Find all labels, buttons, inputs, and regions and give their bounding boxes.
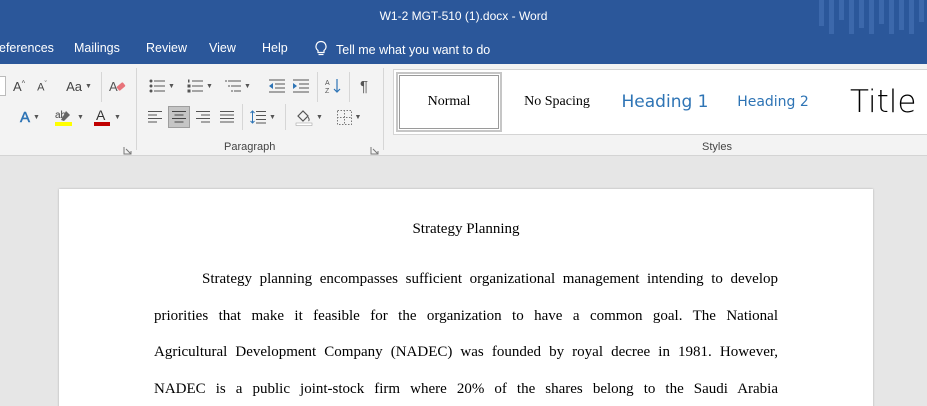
highlighter-icon: ab (54, 107, 74, 127)
paint-bucket-icon (295, 108, 313, 126)
font-dialog-launcher[interactable] (123, 142, 132, 155)
increase-indent-icon (293, 79, 309, 93)
font-color-button[interactable]: A ▼ (90, 106, 124, 128)
multilevel-list-icon (225, 79, 242, 93)
font-color-icon: A (93, 107, 111, 127)
bullets-button[interactable]: ▼ (146, 76, 178, 96)
tell-me-label: Tell me what you want to do (336, 43, 491, 57)
divider (349, 72, 350, 102)
tab-help[interactable]: Help (262, 41, 288, 55)
chevron-down-icon: ▼ (354, 113, 362, 121)
group-divider (383, 68, 384, 150)
change-case-button[interactable]: Aa ▼ (62, 76, 96, 96)
lightbulb-icon (314, 40, 328, 60)
paragraph-dialog-launcher[interactable] (370, 142, 379, 155)
style-heading-1[interactable]: Heading 1 (612, 72, 718, 132)
eraser-icon: A (109, 78, 126, 95)
style-normal[interactable]: Normal (396, 72, 502, 132)
grow-font-icon: A^ (13, 78, 25, 94)
chevron-down-icon: ▼ (316, 113, 323, 121)
document-line[interactable]: Strategy planning encompasses sufficient… (154, 271, 778, 288)
bullet-list-icon (149, 79, 166, 93)
group-divider (136, 68, 137, 150)
chevron-down-icon: ▼ (168, 82, 175, 90)
align-center-button[interactable] (168, 106, 190, 128)
align-center-icon (172, 111, 186, 123)
numbering-button[interactable]: ▼ (184, 76, 216, 96)
style-no-spacing[interactable]: No Spacing (504, 72, 610, 132)
chevron-down-icon: ▼ (77, 113, 84, 121)
divider (101, 72, 102, 102)
tell-me-search[interactable]: Tell me what you want to do (314, 40, 490, 60)
style-title-label: Title (850, 84, 917, 120)
svg-text:A: A (96, 107, 106, 123)
chevron-down-icon: ▼ (84, 82, 92, 90)
pilcrow-icon: ¶ (359, 77, 369, 95)
style-heading-2-label: Heading 2 (737, 94, 809, 110)
document-page[interactable]: Strategy Planning Strategy planning enco… (59, 189, 873, 406)
divider (285, 104, 286, 130)
document-title[interactable]: Strategy Planning (59, 221, 873, 238)
increase-indent-button[interactable] (290, 76, 312, 96)
chevron-down-icon: ▼ (114, 113, 121, 121)
title-bar: W1-2 MGT-510 (1).docx - Word (0, 0, 927, 38)
window-title: W1-2 MGT-510 (1).docx - Word (379, 9, 548, 23)
style-heading-1-label: Heading 1 (621, 92, 709, 112)
tab-mailings[interactable]: Mailings (74, 41, 120, 55)
font-size-box-edge[interactable] (0, 76, 6, 96)
borders-icon (336, 109, 352, 125)
multilevel-list-button[interactable]: ▼ (222, 76, 254, 96)
document-canvas[interactable]: Strategy Planning Strategy planning enco… (0, 157, 927, 406)
align-left-icon (148, 111, 162, 123)
tab-view[interactable]: View (209, 41, 236, 55)
tab-review[interactable]: Review (146, 41, 187, 55)
styles-gallery: Normal No Spacing Heading 1 Heading 2 Ti… (393, 69, 927, 135)
chevron-down-icon: ▼ (206, 82, 213, 90)
line-spacing-icon (250, 110, 267, 124)
align-right-button[interactable] (194, 106, 212, 128)
chevron-down-icon: ▼ (244, 82, 251, 90)
borders-button[interactable]: ▼ (332, 106, 366, 128)
justify-button[interactable] (218, 106, 236, 128)
justify-icon (220, 111, 234, 123)
chevron-down-icon: ▼ (33, 113, 40, 121)
ribbon-tabs: eferences Mailings Review View Help Tell… (0, 34, 927, 64)
svg-text:Z: Z (325, 88, 330, 94)
style-heading-2[interactable]: Heading 2 (720, 72, 826, 132)
ribbon: A^ Aˇ Aa ▼ A A ▼ ab ▼ A ▼ ▼ ▼ ▼ A Z ¶ ▼ … (0, 64, 927, 156)
decrease-indent-button[interactable] (266, 76, 288, 96)
text-effects-button[interactable]: A ▼ (14, 106, 46, 128)
decrease-indent-icon (269, 79, 285, 93)
style-title[interactable]: Title (828, 72, 927, 132)
style-no-spacing-label: No Spacing (524, 94, 590, 109)
numbered-list-icon (187, 79, 204, 93)
style-normal-label: Normal (427, 94, 471, 109)
clear-formatting-button[interactable]: A (107, 76, 127, 96)
paragraph-group-label: Paragraph (224, 141, 276, 153)
divider (317, 72, 318, 102)
highlight-color-button[interactable]: ab ▼ (52, 106, 86, 128)
divider (242, 104, 243, 130)
line-spacing-button[interactable]: ▼ (247, 106, 279, 128)
text-effects-icon: A (20, 108, 31, 126)
svg-text:A: A (325, 80, 330, 87)
chevron-down-icon: ▼ (269, 113, 276, 121)
shrink-font-button[interactable]: Aˇ (34, 77, 50, 97)
svg-text:A: A (109, 79, 118, 94)
change-case-label: Aa (66, 78, 82, 94)
align-right-icon (196, 111, 210, 123)
shading-button[interactable]: ▼ (292, 106, 326, 128)
tab-references[interactable]: eferences (0, 41, 54, 55)
shrink-font-icon: Aˇ (37, 80, 47, 94)
document-line[interactable]: priorities that make it feasible for the… (154, 308, 778, 325)
align-left-button[interactable] (146, 106, 164, 128)
sort-icon: AZ (325, 78, 341, 94)
show-formatting-button[interactable]: ¶ (354, 76, 374, 96)
document-line[interactable]: Agricultural Development Company (NADEC)… (154, 344, 778, 361)
document-line[interactable]: NADEC is a public joint-stock firm where… (154, 381, 778, 398)
styles-group-label: Styles (702, 141, 732, 153)
sort-button[interactable]: AZ (322, 76, 344, 96)
grow-font-button[interactable]: A^ (10, 76, 28, 96)
